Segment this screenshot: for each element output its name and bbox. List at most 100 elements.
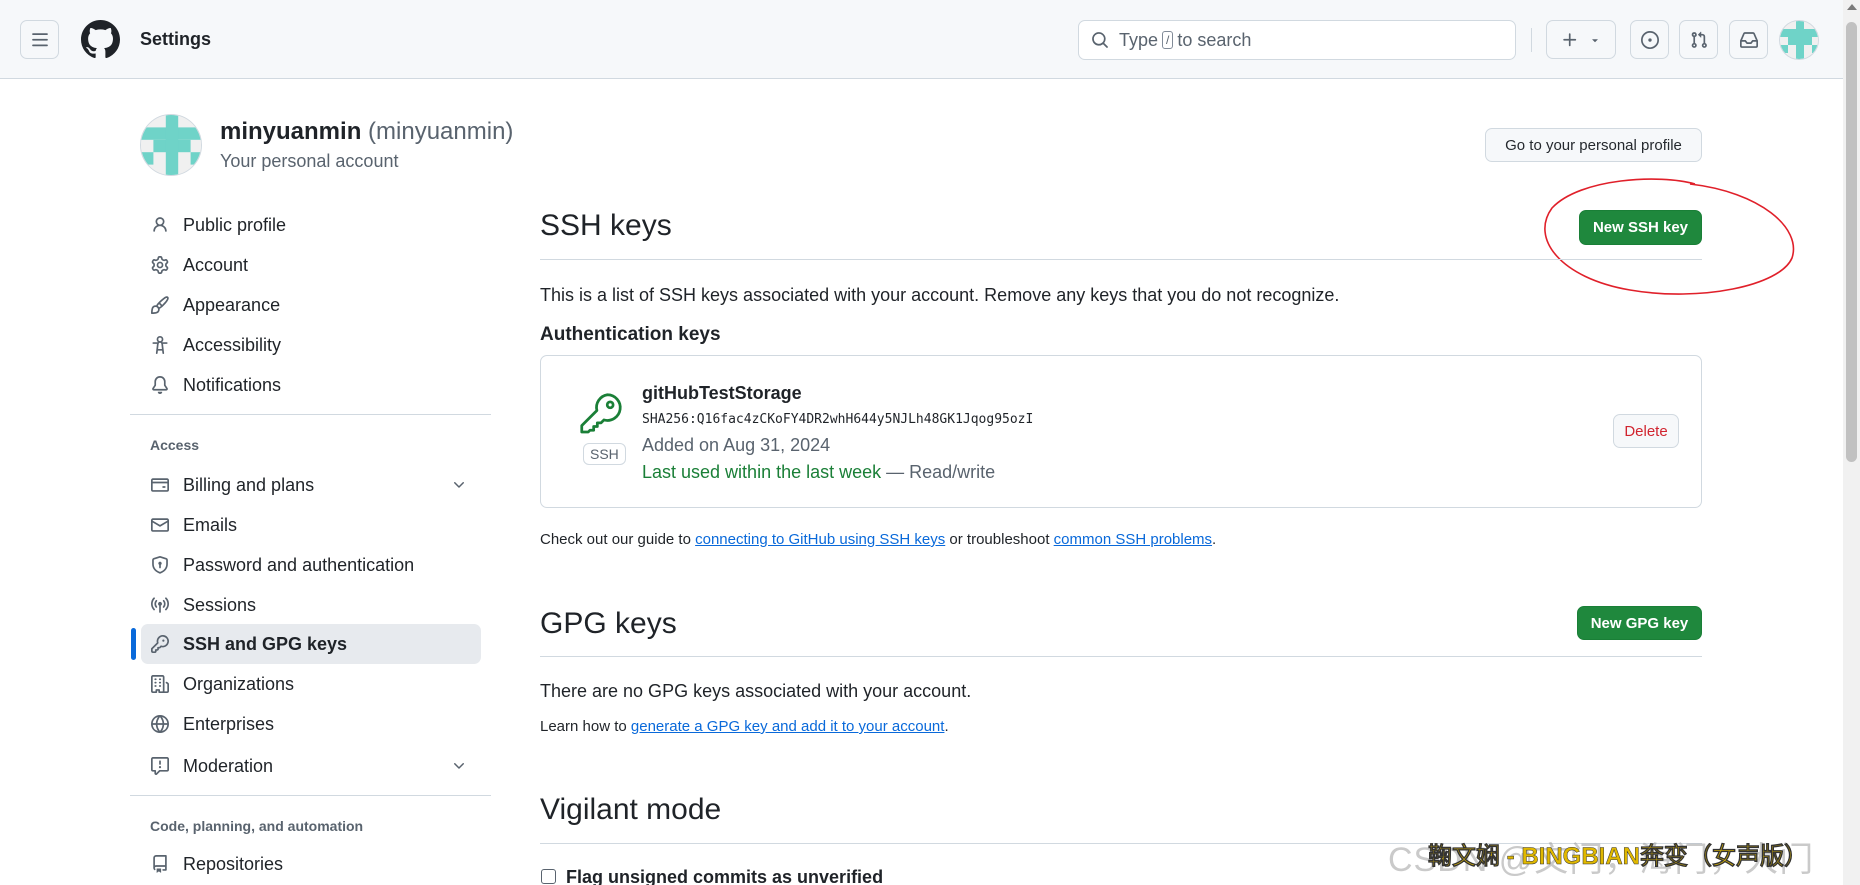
chevron-down-icon[interactable]	[451, 477, 467, 493]
sidebar-heading-code: Code, planning, and automation	[150, 818, 364, 834]
profile-display-name: minyuanmin	[220, 118, 362, 145]
access-level: — Read/write	[881, 462, 996, 482]
search-suffix: to search	[1177, 29, 1252, 50]
sidebar-item-label: Moderation	[183, 755, 274, 776]
accessibility-icon	[149, 334, 171, 356]
sidebar-item-accessibility[interactable]: Accessibility	[141, 325, 481, 365]
gpg-learn-text: Learn how to generate a GPG key and add …	[540, 718, 949, 735]
sidebar-item-label: Organizations	[183, 673, 295, 694]
flag-unsigned-commits-checkbox[interactable]	[541, 869, 556, 884]
issues-button[interactable]	[1630, 20, 1669, 59]
authentication-keys-heading: Authentication keys	[540, 324, 721, 345]
hamburger-menu-button[interactable]	[20, 20, 59, 59]
sidebar-divider	[130, 795, 491, 796]
profile-avatar	[140, 114, 202, 176]
mail-icon	[149, 514, 171, 536]
sidebar-item-moderation[interactable]: Moderation	[141, 746, 481, 786]
bell-icon	[149, 374, 171, 396]
sidebar-item-ssh-gpg-keys[interactable]: SSH and GPG keys	[141, 624, 481, 664]
search-icon	[1092, 32, 1108, 48]
sidebar-item-billing[interactable]: Billing and plans	[141, 465, 481, 505]
lyric-overlay: 鞠文娴 - BINGBIAN奔变（女声版）	[1428, 843, 1809, 871]
sidebar-item-label: Notifications	[183, 374, 282, 395]
sidebar-item-account[interactable]: Account	[141, 245, 481, 285]
search-input[interactable]: Type / to search	[1078, 20, 1516, 60]
ssh-key-title: gitHubTestStorage	[642, 383, 802, 403]
sidebar-item-public-profile[interactable]: Public profile	[141, 205, 481, 245]
flag-unsigned-commits-label[interactable]: Flag unsigned commits as unverified	[566, 867, 883, 885]
sidebar-item-notifications[interactable]: Notifications	[141, 365, 481, 405]
ssh-key-list-item: SSH gitHubTestStorage SHA256:Q16fac4zCKo…	[540, 355, 1702, 508]
sidebar-item-appearance[interactable]: Appearance	[141, 285, 481, 325]
common-ssh-problems-link[interactable]: common SSH problems	[1054, 531, 1212, 548]
search-shortcut-key: /	[1162, 31, 1174, 49]
github-logo-icon[interactable]	[81, 20, 120, 59]
gpg-keys-title: GPG keys	[540, 607, 677, 640]
new-gpg-key-button[interactable]: New GPG key	[1577, 606, 1702, 640]
connecting-ssh-guide-link[interactable]: connecting to GitHub using SSH keys	[695, 531, 945, 548]
plus-icon	[1563, 32, 1577, 46]
paintbrush-icon	[149, 294, 171, 316]
section-divider	[540, 259, 1702, 260]
sidebar-item-emails[interactable]: Emails	[141, 505, 481, 545]
header-divider	[1531, 28, 1532, 52]
scrollbar-thumb[interactable]	[1846, 22, 1857, 462]
learn-prefix: Learn how to	[540, 718, 631, 735]
guide-suffix: .	[1212, 531, 1217, 548]
sidebar-item-label: SSH and GPG keys	[183, 633, 348, 654]
generate-gpg-key-link[interactable]: generate a GPG key and add it to your ac…	[631, 718, 945, 735]
app-header: Settings Type / to search	[0, 0, 1843, 79]
issue-opened-icon	[1640, 30, 1659, 49]
page-context-title[interactable]: Settings	[140, 29, 211, 50]
sidebar-item-organizations[interactable]: Organizations	[141, 664, 481, 704]
ssh-description: This is a list of SSH keys associated wi…	[540, 285, 1340, 305]
red-circle-annotation	[1544, 178, 1795, 295]
person-icon	[149, 214, 171, 236]
go-to-profile-button[interactable]: Go to your personal profile	[1485, 128, 1702, 162]
sidebar-heading-access: Access	[150, 437, 200, 453]
ssh-key-added-date: Added on Aug 31, 2024	[642, 435, 831, 455]
sidebar-item-password[interactable]: Password and authentication	[141, 545, 481, 585]
key-icon	[580, 393, 622, 434]
sidebar-item-sessions[interactable]: Sessions	[141, 585, 481, 625]
notifications-inbox-button[interactable]	[1729, 20, 1768, 59]
delete-ssh-key-button[interactable]: Delete	[1613, 414, 1679, 448]
identicon-avatar	[1780, 21, 1818, 59]
guide-prefix: Check out our guide to	[540, 531, 696, 548]
sidebar-item-label: Appearance	[183, 294, 281, 315]
search-prefix: Type	[1119, 29, 1159, 50]
guide-mid: or troubleshoot	[945, 531, 1054, 548]
scroll-up-arrow[interactable]	[1847, 4, 1857, 10]
profile-subtitle: Your personal account	[220, 151, 399, 171]
profile-login: (minyuanmin)	[368, 118, 514, 145]
user-avatar-button[interactable]	[1779, 20, 1819, 60]
sidebar-item-label: Public profile	[183, 214, 287, 235]
repo-icon	[149, 853, 171, 875]
pull-requests-button[interactable]	[1679, 20, 1718, 59]
sidebar-item-enterprises[interactable]: Enterprises	[141, 704, 481, 744]
sidebar-divider	[130, 414, 491, 415]
sidebar-item-label: Sessions	[183, 594, 257, 615]
last-used-text: Last used within the last week	[642, 462, 882, 482]
organization-icon	[149, 673, 171, 695]
active-indicator	[131, 628, 136, 660]
ssh-keys-title: SSH keys	[540, 209, 672, 242]
sidebar-item-label: Password and authentication	[183, 554, 415, 575]
gear-icon	[149, 254, 171, 276]
sidebar-item-label: Repositories	[183, 853, 284, 874]
sidebar-item-label: Account	[183, 254, 249, 275]
git-pull-request-icon	[1691, 31, 1707, 48]
profile-name: minyuanmin (minyuanmin)	[220, 118, 513, 146]
triangle-down-icon	[1592, 38, 1598, 42]
sidebar-item-label: Accessibility	[183, 334, 282, 355]
ssh-type-badge: SSH	[583, 443, 626, 465]
learn-suffix: .	[944, 718, 949, 735]
credit-card-icon	[149, 474, 171, 496]
create-new-button[interactable]	[1546, 20, 1616, 59]
key-icon	[149, 633, 171, 655]
identicon-avatar	[141, 115, 201, 175]
gpg-empty-text: There are no GPG keys associated with yo…	[540, 681, 972, 701]
hamburger-icon	[31, 32, 48, 46]
sidebar-item-repositories[interactable]: Repositories	[141, 846, 481, 882]
chevron-down-icon[interactable]	[451, 758, 467, 774]
